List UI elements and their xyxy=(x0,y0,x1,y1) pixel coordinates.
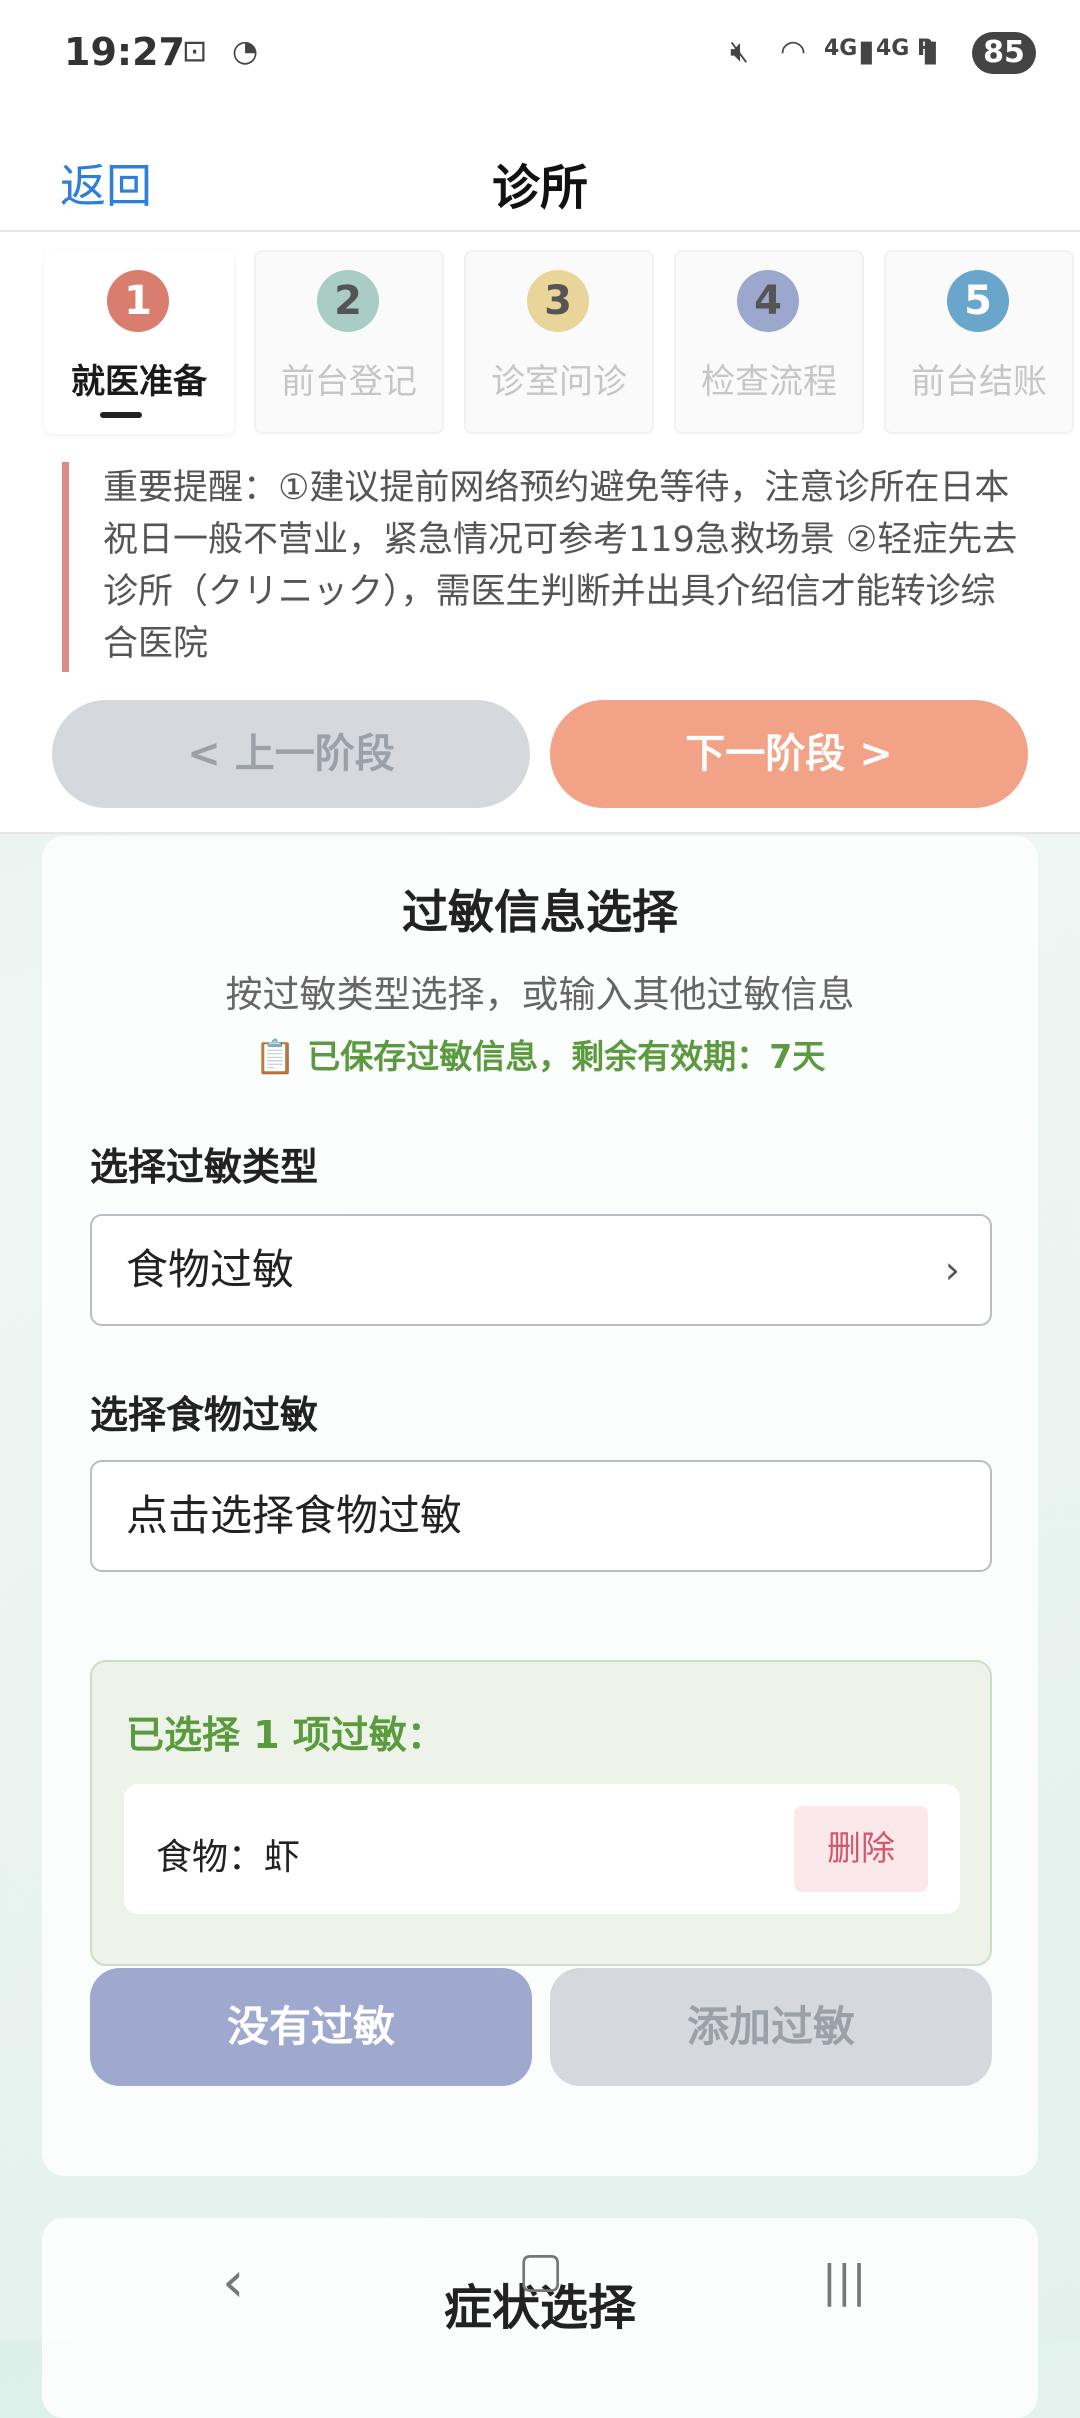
recents-nav-icon[interactable]: ||| xyxy=(822,2256,866,2307)
important-notice: 重要提醒：①建议提前网络预约避免等待，注意诊所在日本祝日一般不营业，紧急情况可参… xyxy=(62,462,1022,672)
step-tab-4[interactable]: 4 检查流程 xyxy=(674,250,864,434)
list-item: 食物：虾 删除 xyxy=(124,1784,960,1914)
home-nav-icon[interactable]: ▢ xyxy=(518,2242,563,2298)
wifi-icon: ◠ xyxy=(780,34,807,69)
food-allergy-placeholder: 点击选择食物过敏 xyxy=(126,1491,463,1540)
allergy-subtitle: 按过敏类型选择，或输入其他过敏信息 xyxy=(225,973,855,1016)
step-number: 3 xyxy=(527,270,589,332)
step-label: 诊室问诊 xyxy=(491,362,627,402)
selected-allergies-box: 已选择 1 项过敏： 食物：虾 删除 xyxy=(90,1660,992,1966)
step-tabs: 1 就医准备 2 前台登记 3 诊室问诊 4 检查流程 5 前台结账 xyxy=(44,250,1080,460)
chevron-right-icon: › xyxy=(944,1248,960,1292)
status-time: 19:27 xyxy=(64,30,185,74)
step-label: 检查流程 xyxy=(701,362,837,402)
previous-stage-button[interactable]: < 上一阶段 xyxy=(52,700,530,808)
selected-count-title: 已选择 1 项过敏： xyxy=(126,1713,445,1757)
allergy-card: 过敏信息选择 按过敏类型选择，或输入其他过敏信息 📋 已保存过敏信息，剩余有效期… xyxy=(42,836,1038,2176)
step-tab-5[interactable]: 5 前台结账 xyxy=(884,250,1074,434)
saved-note: 📋 已保存过敏信息，剩余有效期：7天 xyxy=(254,1037,826,1076)
step-label: 前台登记 xyxy=(281,362,417,402)
step-number: 4 xyxy=(737,270,799,332)
system-nav-bar: ‹ ▢ ||| xyxy=(0,2240,1080,2340)
food-allergy-select[interactable]: 点击选择食物过敏 xyxy=(90,1460,992,1572)
signal-icon-2: ▮ xyxy=(922,34,939,69)
no-allergy-button[interactable]: 没有过敏 xyxy=(90,1968,532,2086)
mute-icon: 🔇︎ xyxy=(730,34,749,69)
back-nav-icon[interactable]: ‹ xyxy=(222,2250,244,2315)
status-bar: 19:27 ⊡ ◔ 🔇︎ ◠ 4G ▮ 4G R ▮ 85 xyxy=(0,0,1080,110)
allergy-type-value: 食物过敏 xyxy=(126,1245,295,1294)
top-nav-bar: 返回 诊所 xyxy=(0,110,1080,232)
signal-icon: ▮ xyxy=(858,34,875,69)
step-tab-3[interactable]: 3 诊室问诊 xyxy=(464,250,654,434)
allergy-type-select[interactable]: 食物过敏 › xyxy=(90,1214,992,1326)
add-allergy-button[interactable]: 添加过敏 xyxy=(550,1968,992,2086)
signal-4g-label: 4G xyxy=(824,36,858,61)
allergy-type-label: 选择过敏类型 xyxy=(90,1145,319,1189)
battery-indicator: 85 xyxy=(972,32,1036,74)
step-label: 前台结账 xyxy=(911,362,1047,402)
step-tab-1[interactable]: 1 就医准备 xyxy=(44,250,234,434)
allergy-title: 过敏信息选择 xyxy=(402,885,678,939)
delete-button[interactable]: 删除 xyxy=(794,1806,928,1892)
step-number: 5 xyxy=(947,270,1009,332)
step-label: 就医准备 xyxy=(71,362,207,402)
next-stage-button[interactable]: 下一阶段 > xyxy=(550,700,1028,808)
active-step-underline xyxy=(100,412,142,418)
compass-icon: ◔ xyxy=(232,34,259,69)
step-number: 2 xyxy=(317,270,379,332)
step-number: 1 xyxy=(107,270,169,332)
allergy-item-text: 食物：虾 xyxy=(156,1837,301,1878)
food-allergy-label: 选择食物过敏 xyxy=(90,1393,319,1437)
stage-panel: 1 就医准备 2 前台登记 3 诊室问诊 4 检查流程 5 前台结账 重要提醒：… xyxy=(0,232,1080,834)
screenshot-icon: ⊡ xyxy=(182,34,208,69)
page-title: 诊所 xyxy=(491,160,588,216)
step-tab-2[interactable]: 2 前台登记 xyxy=(254,250,444,434)
